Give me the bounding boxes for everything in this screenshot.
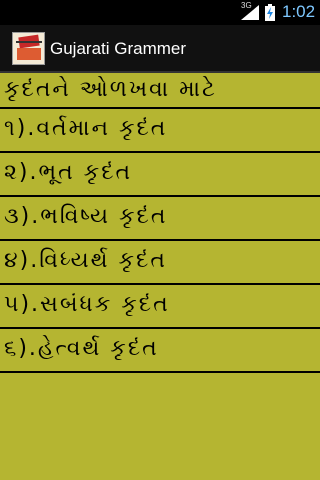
- signal-icon: [241, 5, 259, 20]
- list-item-relational-participle[interactable]: ૫).સબંધક કૃદંત: [0, 285, 320, 329]
- list-item-causal-participle[interactable]: ૬).હેત્વર્થ કૃદંત: [0, 329, 320, 373]
- app-title: Gujarati Grammer: [50, 39, 187, 58]
- list-item-past-participle[interactable]: ૨).ભૂત કૃદંત: [0, 153, 320, 197]
- clock: 1:02: [282, 2, 316, 21]
- app-logo-icon[interactable]: [12, 32, 45, 65]
- list-item-present-participle[interactable]: ૧).વર્તમાન કૃદંત: [0, 109, 320, 153]
- topic-list: કૃદંતને ઓળખવા માટે ૧).વર્તમાન કૃદંત ૨).ભ…: [0, 73, 320, 373]
- battery-charging-icon: [265, 4, 275, 21]
- status-bar: 3G 1:02: [0, 0, 320, 25]
- list-item-injunctive-participle[interactable]: ૪).વિધ્યર્થ કૃદંત: [0, 241, 320, 285]
- list-item-future-participle[interactable]: ૩).ભવિષ્ય કૃદંત: [0, 197, 320, 241]
- list-header[interactable]: કૃદંતને ઓળખવા માટે: [0, 73, 320, 109]
